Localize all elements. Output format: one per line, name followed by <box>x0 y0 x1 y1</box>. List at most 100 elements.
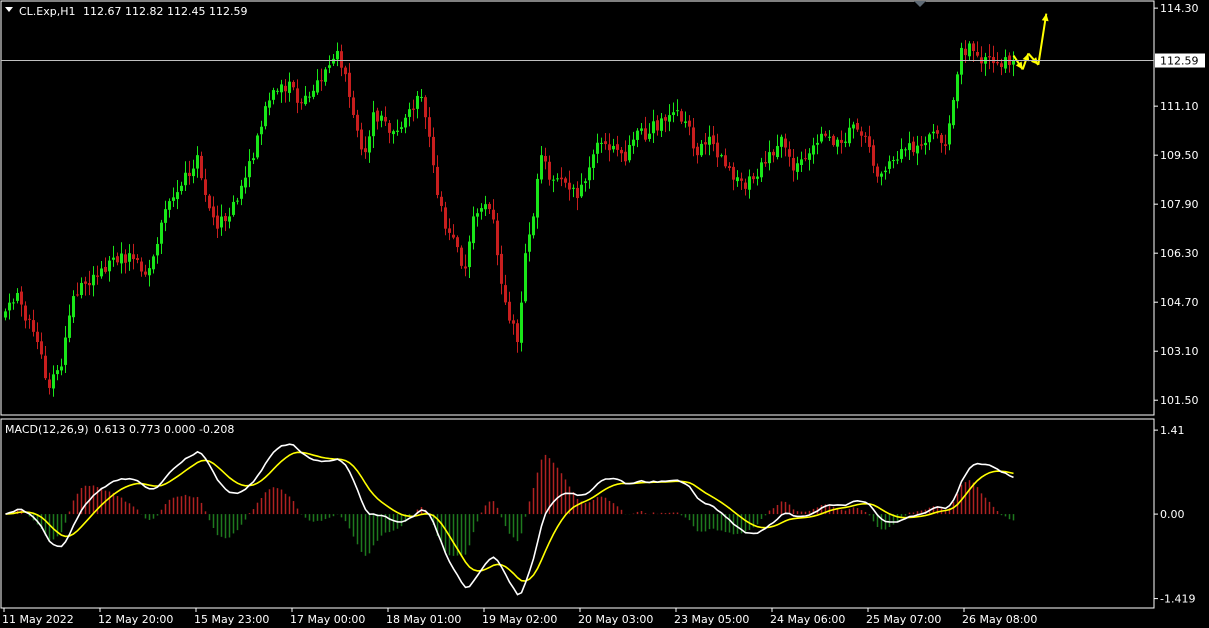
candle-body <box>736 177 739 182</box>
candle-body <box>176 192 179 200</box>
candle-body <box>944 144 947 146</box>
trading-chart[interactable]: 114.30 111.10 109.50 107.90 106.30 104.70 103.… <box>0 0 1209 628</box>
candle-body <box>680 111 683 122</box>
candle-body <box>548 161 551 180</box>
candle-body <box>392 131 395 135</box>
candle-body <box>480 208 483 212</box>
candle-body <box>996 62 999 64</box>
candle-body <box>140 261 143 272</box>
candle-body <box>988 56 991 58</box>
candle-body <box>396 130 399 132</box>
candle-body <box>640 128 643 131</box>
candle-body <box>204 179 207 195</box>
candle-body <box>192 168 195 177</box>
candle-body <box>1000 63 1003 67</box>
candle-body <box>72 296 75 318</box>
candle-body <box>8 302 11 311</box>
price-tick-label: 106.30 <box>1160 247 1199 260</box>
candle-body <box>112 257 115 260</box>
candle-body <box>628 144 631 161</box>
candle-body <box>792 157 795 171</box>
candle-body <box>580 184 583 197</box>
candle-body <box>664 117 667 121</box>
candle-body <box>164 209 167 223</box>
candle-body <box>216 215 219 229</box>
candle-body <box>952 100 955 126</box>
candle-body <box>856 123 859 130</box>
current-price-label: 112.59 <box>1160 55 1199 68</box>
candle-body <box>152 256 155 270</box>
candle-body <box>852 124 855 129</box>
candle-body <box>420 96 423 98</box>
candle-body <box>764 162 767 164</box>
candle-body <box>888 161 891 169</box>
candle-body <box>808 153 811 160</box>
candle-body <box>524 253 527 302</box>
candle-body <box>648 133 651 139</box>
candle-body <box>684 121 687 123</box>
candle-body <box>936 130 939 134</box>
candle-body <box>148 268 151 276</box>
candle-body <box>384 116 387 122</box>
candle-body <box>668 115 671 122</box>
candle-body <box>272 90 275 100</box>
candle-body <box>720 155 723 157</box>
candle-body <box>488 203 491 210</box>
candle-body <box>828 136 831 138</box>
candle-body <box>132 254 135 260</box>
time-tick-label: 24 May 06:00 <box>770 613 845 626</box>
candle-body <box>940 134 943 143</box>
candle-body <box>296 88 299 103</box>
candle-body <box>284 85 287 92</box>
candle-body <box>504 285 507 303</box>
macd-tick-label: 0.00 <box>1160 508 1185 521</box>
candle-body <box>492 209 495 220</box>
candle-body <box>880 173 883 177</box>
candle-body <box>328 65 331 68</box>
candle-body <box>76 294 79 296</box>
candle-body <box>892 160 895 162</box>
candle-body <box>368 136 371 153</box>
candle-body <box>96 275 99 277</box>
candle-body <box>824 133 827 136</box>
candle-body <box>532 216 535 236</box>
candle-body <box>428 117 431 137</box>
candle-body <box>280 84 283 93</box>
candle-body <box>704 142 707 145</box>
candle-body <box>832 135 835 146</box>
candle-body <box>168 201 171 210</box>
candle-body <box>908 143 911 151</box>
candle-body <box>256 135 259 158</box>
candle-body <box>160 222 163 244</box>
candle-body <box>604 141 607 145</box>
candle-body <box>68 315 71 338</box>
candle-body <box>320 80 323 82</box>
candle-body <box>740 178 743 181</box>
candle-body <box>552 179 555 181</box>
candle-body <box>292 81 295 88</box>
candle-body <box>416 95 419 109</box>
time-tick-label: 17 May 00:00 <box>290 613 365 626</box>
candle-body <box>896 159 899 161</box>
candle-body <box>800 159 803 166</box>
candle-body <box>472 216 475 244</box>
candle-body <box>100 268 103 277</box>
candle-body <box>960 47 963 75</box>
candle-body <box>452 234 455 238</box>
symbol-label[interactable]: CL.Exp,H1 <box>19 5 76 18</box>
candle-body <box>576 187 579 199</box>
candle-body <box>332 58 335 64</box>
candle-body <box>1004 57 1007 69</box>
candle-body <box>676 110 679 112</box>
candle-body <box>660 118 663 131</box>
candle-body <box>52 374 55 389</box>
candle-body <box>912 141 915 153</box>
price-tick-label: 111.10 <box>1160 100 1199 113</box>
candle-body <box>672 112 675 115</box>
candle-body <box>920 144 923 146</box>
candle-body <box>840 139 843 143</box>
candle-body <box>520 302 523 343</box>
candle-body <box>632 139 635 146</box>
candle-body <box>860 131 863 136</box>
candle-body <box>652 121 655 134</box>
